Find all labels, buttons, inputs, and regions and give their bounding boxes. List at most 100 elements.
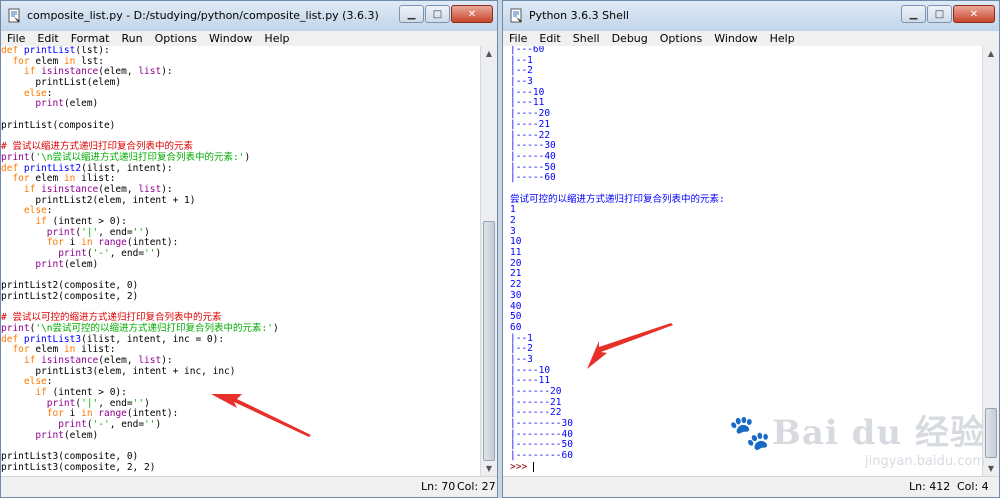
code-token: printList2 xyxy=(23,162,82,174)
editor-scrollbar[interactable]: ▲ ▼ xyxy=(480,46,497,477)
menu-item-window[interactable]: Window xyxy=(708,31,763,46)
menu-item-help[interactable]: Help xyxy=(764,31,801,46)
code-token: (ilist, intent, inc = 0): xyxy=(81,333,225,345)
code-line[interactable]: print(elem) xyxy=(1,99,480,110)
minimize-button[interactable]: ▁ xyxy=(399,5,424,23)
menu-item-edit[interactable]: Edit xyxy=(31,31,64,46)
code-line[interactable]: printList(composite) xyxy=(1,120,480,132)
maximize-button[interactable]: □ xyxy=(425,5,450,23)
menu-item-window[interactable]: Window xyxy=(203,31,258,46)
code-editor[interactable]: def printList(lst): for elem in lst: if … xyxy=(1,46,480,477)
code-token: (elem, xyxy=(98,354,139,366)
code-token: for xyxy=(46,408,64,420)
maximize-icon: □ xyxy=(934,8,945,20)
code-line[interactable]: printList2(composite, 2) xyxy=(1,291,480,303)
output-line: |--1 xyxy=(510,332,533,344)
python-file-icon xyxy=(8,8,20,23)
code-token: in xyxy=(63,344,76,356)
menu-item-file[interactable]: File xyxy=(503,31,533,46)
menu-item-help[interactable]: Help xyxy=(258,31,295,46)
editor-status-bar: Ln: 70 Col: 27 xyxy=(1,476,497,497)
editor-title-bar[interactable]: composite_list.py - D:/studying/python/c… xyxy=(1,1,497,32)
shell-window-title: Python 3.6.3 Shell xyxy=(529,9,629,22)
menu-item-shell[interactable]: Shell xyxy=(567,31,606,46)
output-line: |--1 xyxy=(510,54,533,66)
code-token: if xyxy=(23,354,42,366)
scroll-up-icon[interactable]: ▲ xyxy=(482,47,496,61)
code-line[interactable]: printList3(elem, intent + inc, inc) xyxy=(1,366,480,378)
code-token: # 尝试以可控的缩进方式递归打印复合列表中的元素 xyxy=(1,312,222,324)
code-token: '' xyxy=(132,226,145,238)
output-line: |---60 xyxy=(510,46,545,55)
code-token: '-' xyxy=(92,248,110,260)
code-token: for xyxy=(12,344,30,356)
code-line[interactable]: print(elem) xyxy=(1,429,480,442)
code-token: print xyxy=(46,226,76,238)
maximize-button[interactable]: □ xyxy=(927,5,952,23)
code-token: elem xyxy=(29,55,64,67)
output-line: 1 xyxy=(510,204,516,216)
code-token: ): xyxy=(161,66,173,78)
output-line: |---11 xyxy=(510,97,545,109)
menu-item-options[interactable]: Options xyxy=(654,31,708,46)
code-line[interactable]: printList2(elem, intent + 1) xyxy=(1,195,480,207)
code-token: in xyxy=(63,55,76,67)
output-line: |----22 xyxy=(510,129,551,141)
shell-title-bar[interactable]: Python 3.6.3 Shell ▁ □ ✕ xyxy=(503,1,999,32)
menu-item-format[interactable]: Format xyxy=(65,31,116,46)
code-token: i xyxy=(63,237,82,249)
output-line: 20 xyxy=(510,257,522,269)
code-token: ) xyxy=(244,151,251,163)
code-token: (intent > 0): xyxy=(46,387,127,398)
close-button[interactable]: ✕ xyxy=(451,5,493,23)
close-icon: ✕ xyxy=(467,8,477,20)
code-token: '-' xyxy=(92,419,110,431)
menu-item-file[interactable]: File xyxy=(1,31,31,46)
code-token: '|' xyxy=(81,397,99,409)
code-token: in xyxy=(81,408,99,420)
code-token: , end= xyxy=(109,419,145,431)
code-token: for xyxy=(12,55,30,67)
shell-status-bar: Ln: 412 Col: 4 xyxy=(503,476,999,497)
code-text[interactable]: def printList(lst): for elem in lst: if … xyxy=(1,46,480,474)
minimize-button[interactable]: ▁ xyxy=(901,5,926,23)
scroll-down-icon[interactable]: ▼ xyxy=(984,462,998,476)
scrollbar-thumb[interactable] xyxy=(483,221,495,461)
menu-item-run[interactable]: Run xyxy=(116,31,149,46)
code-token: in xyxy=(63,173,76,185)
code-token: (elem, xyxy=(98,66,139,78)
editor-menu-bar: File Edit Format Run Options Window Help xyxy=(1,31,497,46)
output-line: |-----30 xyxy=(510,140,556,152)
code-token: '\n尝试以缩进方式递归打印复合列表中的元素:' xyxy=(35,151,245,163)
code-token: isinstance xyxy=(41,183,99,195)
output-line: 3 xyxy=(510,225,516,237)
code-token: print xyxy=(35,258,64,270)
menu-item-edit[interactable]: Edit xyxy=(533,31,566,46)
output-line: |--2 xyxy=(510,343,533,355)
code-token: '' xyxy=(144,248,156,260)
scrollbar-thumb[interactable] xyxy=(985,408,997,458)
code-token: print xyxy=(35,429,64,441)
close-button[interactable]: ✕ xyxy=(953,5,995,23)
menu-item-options[interactable]: Options xyxy=(149,31,203,46)
code-token: , end= xyxy=(98,226,133,238)
code-token: if xyxy=(35,387,47,398)
code-token: if xyxy=(23,66,42,78)
scroll-up-icon[interactable]: ▲ xyxy=(984,47,998,61)
code-token: print xyxy=(35,98,64,110)
code-line[interactable]: printList3(composite, 2, 2) xyxy=(1,462,480,474)
code-token: list xyxy=(138,354,162,366)
output-line: 尝试可控的以缩进方式递归打印复合列表中的元素: xyxy=(510,193,725,205)
code-line[interactable]: print(elem) xyxy=(1,258,480,271)
scroll-down-icon[interactable]: ▼ xyxy=(482,462,496,476)
menu-item-debug[interactable]: Debug xyxy=(606,31,654,46)
code-token: ) xyxy=(272,322,279,334)
code-token: # 尝试以缩进方式递归打印复合列表中的元素 xyxy=(1,141,193,153)
baidu-paw-icon: 🐾 xyxy=(728,413,773,453)
code-line[interactable]: printList(elem) xyxy=(1,77,480,89)
code-token: ) xyxy=(144,397,150,409)
